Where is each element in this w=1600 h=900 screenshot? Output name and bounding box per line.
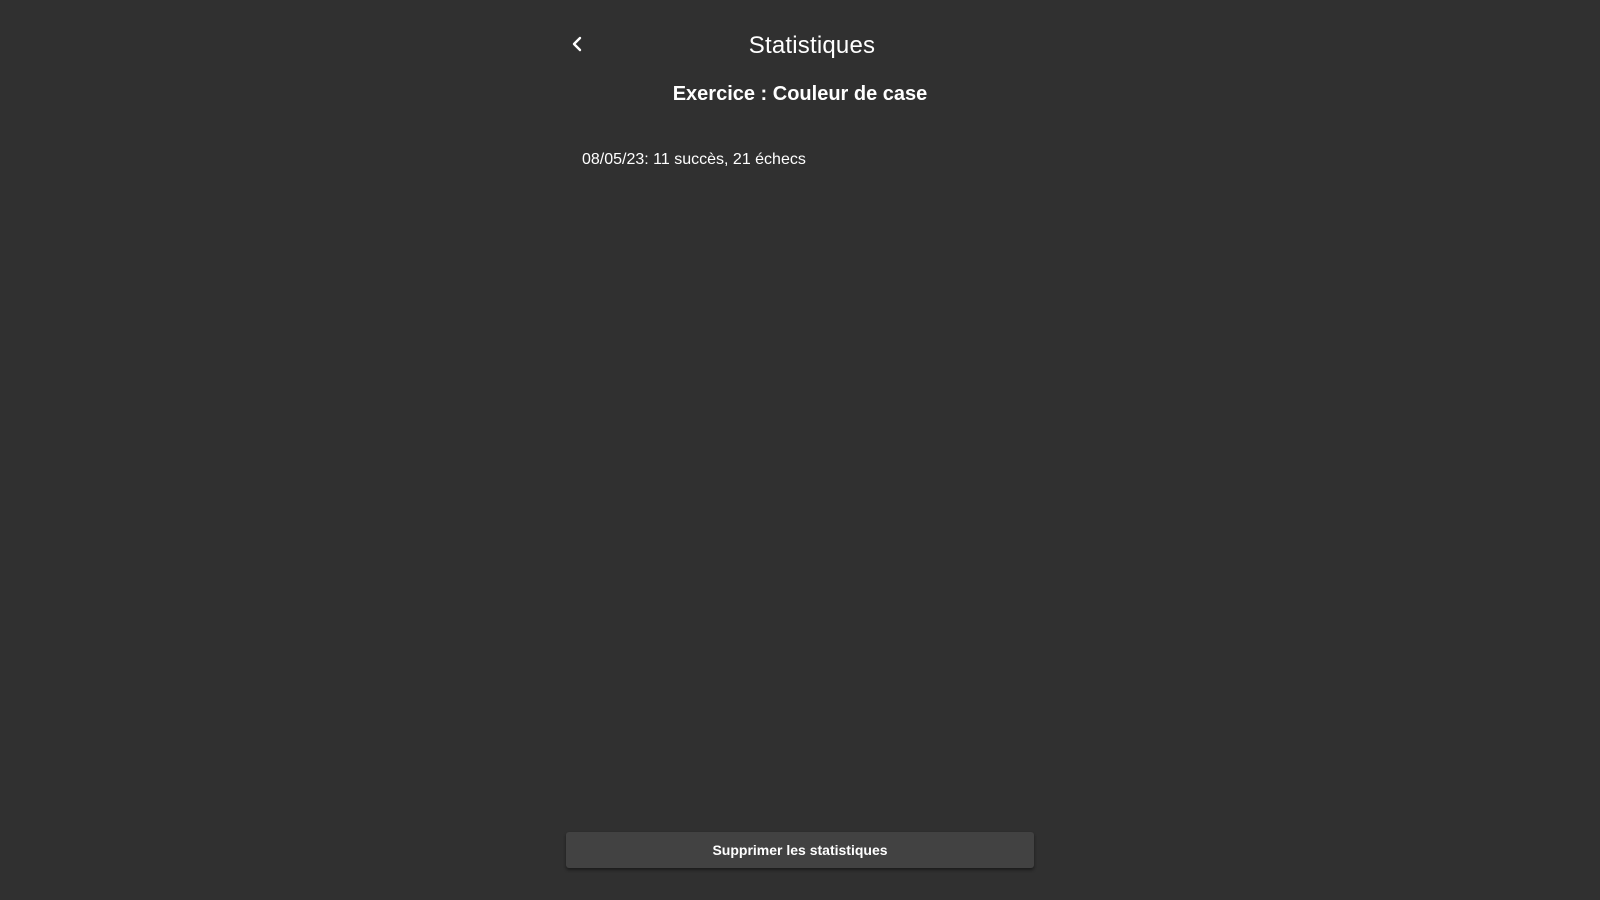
- stats-list: 08/05/23: 11 succès, 21 échecs: [582, 149, 1034, 171]
- list-item: 08/05/23: 11 succès, 21 échecs: [582, 151, 806, 168]
- content-column: Statistiques Exercice : Couleur de case …: [566, 0, 1034, 900]
- page-title: Statistiques: [748, 32, 876, 59]
- exercise-title: Exercice : Couleur de case: [672, 83, 928, 105]
- statistics-screen: Statistiques Exercice : Couleur de case …: [0, 0, 1600, 900]
- delete-statistics-button[interactable]: Supprimer les statistiques: [566, 832, 1034, 868]
